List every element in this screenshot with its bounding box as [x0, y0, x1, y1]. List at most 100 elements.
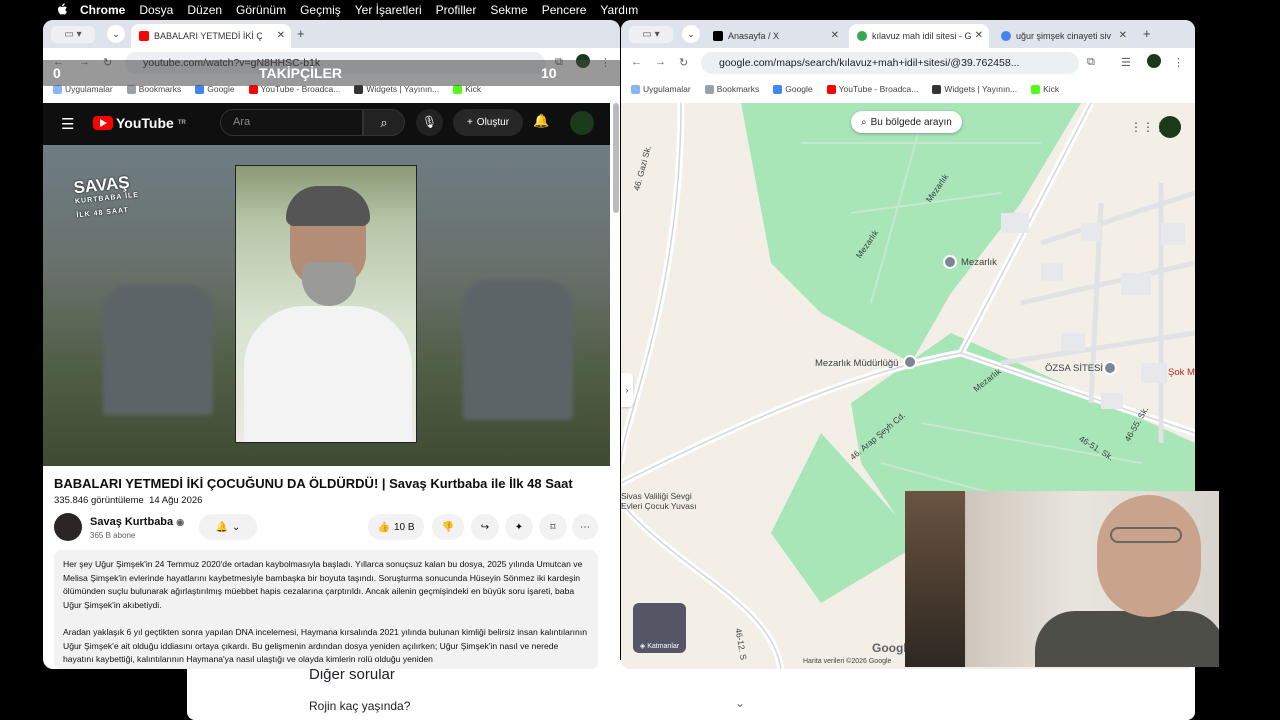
menu-gorunum[interactable]: Görünüm — [236, 3, 286, 17]
close-icon[interactable]: ✕ — [975, 30, 983, 41]
plus-icon: + — [466, 117, 473, 128]
map-attribution[interactable]: Harita verileri ©2026 Google — [803, 658, 891, 665]
notification-subscribe-button[interactable]: 🔔 ⌄ — [199, 514, 257, 540]
subscriber-count: 365 B abone — [90, 531, 136, 540]
reading-list-icon[interactable]: ☰ — [1121, 56, 1131, 69]
notifications-bell-icon[interactable]: 🔔 — [533, 113, 549, 129]
close-icon[interactable]: ✕ — [277, 30, 285, 41]
youtube-logo[interactable]: YouTube TR — [93, 115, 186, 131]
thumbs-up-icon: 👍 — [377, 521, 390, 533]
menu-yer-isaretleri[interactable]: Yer İşaretleri — [355, 3, 422, 17]
macos-menubar: Chrome Dosya Düzen Görünüm Geçmiş Yer İş… — [0, 0, 1280, 20]
menu-pencere[interactable]: Pencere — [542, 3, 587, 17]
bookmark-widgets[interactable]: Widgets | Yayının... — [932, 84, 1017, 94]
place-label[interactable]: Şok M — [1168, 367, 1195, 378]
place-pin-icon[interactable] — [903, 355, 917, 369]
ask-ai-button[interactable]: ✦ — [505, 514, 533, 540]
layers-icon: ◈ — [639, 643, 648, 650]
url-text: google.com/maps/search/kılavuz+mah+idil+… — [719, 57, 1020, 69]
close-icon[interactable]: ✕ — [831, 30, 839, 41]
channel-watermark-logo: SAVAŞ KURTBABA İLE İLK 48 SAAT — [72, 172, 140, 220]
youtube-browser-window: ▭ ▾ ⌄ BABALARI YETMEDİ İKİ ÇOCUĞ ✕ + ← →… — [43, 20, 620, 669]
youtube-favicon — [139, 31, 149, 41]
channel-name[interactable]: Savaş Kurtbaba ◉ — [90, 516, 184, 528]
bookmark-apps[interactable]: Uygulamalar — [631, 84, 691, 94]
hamburger-menu-icon[interactable]: ☰ — [61, 115, 74, 133]
tab-google-maps[interactable]: kılavuz mah idil sitesi - G ✕ — [849, 24, 989, 48]
profile-avatar[interactable] — [1147, 54, 1161, 68]
bookmark-folder[interactable]: Bookmarks — [704, 84, 759, 94]
more-icon: ⋯ — [580, 521, 590, 533]
related-question[interactable]: Rojin kaç yaşında? — [309, 699, 410, 713]
menu-profiller[interactable]: Profiller — [436, 3, 477, 17]
like-button[interactable]: 👍 10 B — [368, 514, 424, 540]
address-bar[interactable]: google.com/maps/search/kılavuz+mah+idil+… — [701, 52, 1079, 74]
place-label[interactable]: Mezarlık — [961, 257, 997, 268]
close-icon[interactable]: ✕ — [1119, 30, 1127, 41]
counter-label: TAKİPÇİLER — [259, 65, 342, 81]
menu-duzen[interactable]: Düzen — [187, 3, 222, 17]
tab-bar: ▭ ▾ ⌄ BABALARI YETMEDİ İKİ ÇOCUĞ ✕ + — [43, 20, 620, 48]
extensions-icon[interactable]: ⧉ — [1087, 56, 1095, 69]
channel-avatar[interactable] — [54, 513, 82, 541]
place-label[interactable]: Sivas Valiliği Sevgi Evleri Çocuk Yuvası — [621, 491, 713, 511]
tab-group-button[interactable]: ▭ ▾ — [51, 26, 95, 43]
x-favicon — [713, 31, 723, 41]
account-avatar[interactable] — [570, 111, 594, 135]
collapse-panel-button[interactable]: › — [621, 373, 633, 407]
tab-search-icon[interactable]: ⌄ — [682, 25, 700, 43]
verified-icon: ◉ — [176, 517, 185, 527]
tab-google-search[interactable]: uğur şimşek cinayeti siv ✕ — [993, 24, 1133, 48]
more-actions-button[interactable]: ⋯ — [572, 514, 598, 540]
scrollbar[interactable] — [613, 103, 619, 213]
toolbar: ← → ↻ google.com/maps/search/kılavuz+mah… — [621, 48, 1195, 78]
tab-title: BABALARI YETMEDİ İKİ ÇOCUĞ — [154, 31, 262, 41]
video-presenter-frame — [235, 165, 417, 443]
back-icon[interactable]: ← — [631, 56, 642, 68]
background-window: Diğer sorular Rojin kaç yaşında? ⌄ — [187, 660, 1195, 720]
apple-icon[interactable] — [57, 3, 68, 16]
new-tab-icon[interactable]: + — [1143, 26, 1151, 41]
video-description[interactable]: Her şey Uğur Şimşek'in 24 Temmuz 2020'de… — [54, 550, 598, 669]
account-avatar[interactable] — [1159, 116, 1181, 138]
tab-x-home[interactable]: Anasayfa / X ✕ — [705, 24, 845, 48]
description-paragraph: Aradan yaklaşık 6 yıl geçtikten sonra ya… — [63, 626, 588, 665]
save-button[interactable]: ⌑ — [539, 514, 567, 540]
bookmark-youtube[interactable]: YouTube - Broadca... — [826, 84, 918, 94]
video-player[interactable]: SAVAŞ KURTBABA İLE İLK 48 SAAT — [43, 145, 610, 466]
search-this-area-button[interactable]: ⌕ Bu bölgede arayın — [851, 111, 962, 133]
sparkle-icon: ✦ — [514, 521, 524, 533]
menu-dosya[interactable]: Dosya — [139, 3, 173, 17]
new-tab-icon[interactable]: + — [297, 26, 305, 41]
tab-youtube-video[interactable]: BABALARI YETMEDİ İKİ ÇOCUĞ ✕ — [131, 24, 291, 48]
dislike-button[interactable]: 👎 — [432, 514, 464, 540]
menu-yardim[interactable]: Yardım — [600, 3, 638, 17]
bookmark-kick[interactable]: Kick — [1031, 84, 1059, 94]
microphone-icon[interactable]: 🎙 — [416, 109, 443, 136]
search-icon[interactable]: ⌕ — [363, 109, 405, 136]
place-pin-icon[interactable] — [943, 255, 957, 269]
share-button[interactable]: ↪ — [471, 514, 499, 540]
place-label[interactable]: ÖZSA SİTESİ — [1045, 363, 1103, 374]
more-icon[interactable]: ⋮ — [1173, 56, 1184, 69]
tab-search-icon[interactable]: ⌄ — [107, 25, 125, 43]
chevron-down-icon[interactable]: ⌄ — [735, 696, 745, 710]
youtube-play-icon — [93, 116, 113, 130]
menu-gecmis[interactable]: Geçmiş — [300, 3, 341, 17]
video-title: BABALARI YETMEDİ İKİ ÇOCUĞUNU DA ÖLDÜRDÜ… — [54, 476, 573, 491]
bookmark-google[interactable]: Google — [773, 84, 813, 94]
menu-app-name[interactable]: Chrome — [80, 3, 125, 17]
create-button[interactable]: + Oluştur — [453, 109, 523, 136]
youtube-search-input[interactable]: Ara — [220, 109, 363, 136]
reload-icon[interactable]: ↻ — [679, 56, 688, 69]
forward-icon[interactable]: → — [655, 56, 666, 68]
place-label[interactable]: Mezarlık Müdürlüğü — [815, 358, 898, 369]
place-pin-icon[interactable] — [1103, 361, 1117, 375]
bookmark-icon: ⌑ — [550, 521, 556, 533]
layers-button[interactable]: ◈ Katmanlar — [633, 603, 686, 653]
tab-group-button[interactable]: ▭ ▾ — [629, 26, 673, 43]
bookmarks-bar: Uygulamalar Bookmarks Google YouTube - B… — [621, 78, 1195, 100]
menu-sekme[interactable]: Sekme — [490, 3, 527, 17]
chevron-down-icon: ⌄ — [232, 521, 241, 533]
bell-icon: 🔔 — [215, 521, 229, 533]
